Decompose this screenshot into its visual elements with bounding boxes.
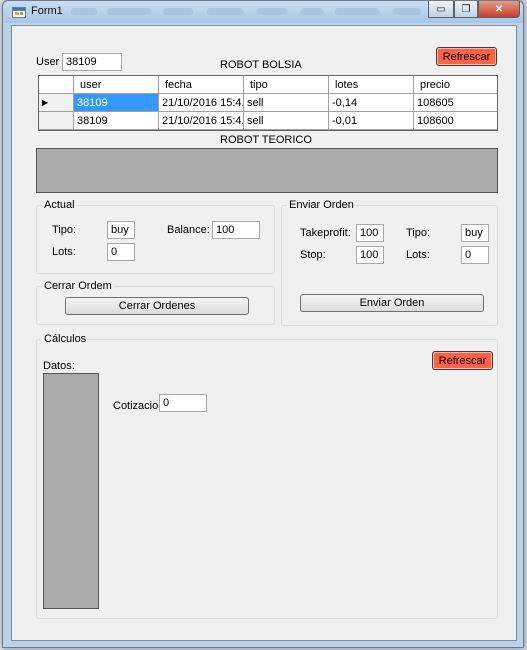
row-selector-icon[interactable]: ▶ <box>39 94 74 112</box>
cerrar-orden-group-title: Cerrar Ordem <box>42 280 114 292</box>
actual-lots-input[interactable]: 0 <box>107 243 135 261</box>
enviar-orden-button[interactable]: Enviar Orden <box>300 294 484 312</box>
close-button[interactable]: ✕ <box>478 1 520 18</box>
grid-cell[interactable]: 21/10/2016 15:4... <box>159 94 244 112</box>
datos-panel <box>43 373 99 609</box>
maximize-button[interactable]: ❐ <box>454 1 478 18</box>
maximize-icon: ❐ <box>461 3 471 15</box>
grid-cell[interactable]: 108605 <box>414 94 497 112</box>
grid-cell[interactable]: sell <box>244 112 329 130</box>
robot-teorico-label: ROBOT TEORICO <box>220 134 312 146</box>
grid-cell[interactable]: -0,01 <box>329 112 414 130</box>
robot-bolsia-label: ROBOT BOLSIA <box>220 59 302 71</box>
actual-lots-label: Lots: <box>52 246 76 258</box>
title-bar[interactable]: Form1 ▭ ❐ ✕ <box>3 1 523 23</box>
grid-cell[interactable]: 21/10/2016 15:4... <box>159 112 244 130</box>
form-app-icon <box>12 7 26 18</box>
table-row[interactable]: 38109 21/10/2016 15:4... sell -0,01 1086… <box>39 112 497 130</box>
cerrar-ordenes-button[interactable]: Cerrar Ordenes <box>65 297 249 315</box>
cerrar-orden-group: Cerrar Ordem Cerrar Ordenes <box>36 280 275 325</box>
refresh-top-button[interactable]: Refrescar <box>436 47 497 66</box>
grid-corner-cell <box>39 76 74 94</box>
blurred-menu-item <box>301 8 323 15</box>
takeprofit-input[interactable]: 100 <box>356 224 384 242</box>
grid-cell[interactable]: sell <box>244 94 329 112</box>
robot-teorico-panel <box>36 148 498 193</box>
enviar-lots-input[interactable]: 0 <box>461 246 489 264</box>
actual-tipo-input[interactable]: buy <box>107 221 135 239</box>
datos-label: Datos: <box>43 360 75 372</box>
window-title: Form1 <box>31 5 63 17</box>
column-header-tipo[interactable]: tipo <box>244 76 329 94</box>
blurred-menu-item <box>257 8 287 15</box>
grid-cell[interactable]: 38109 <box>74 94 159 112</box>
minimize-button[interactable]: ▭ <box>428 1 454 18</box>
actual-group-title: Actual <box>42 199 77 211</box>
column-header-user[interactable]: user <box>74 76 159 94</box>
column-header-precio[interactable]: precio <box>414 76 497 94</box>
orders-grid: user fecha tipo lotes precio ▶ 38109 21/… <box>38 75 498 131</box>
form-client-area: User 38109 ROBOT BOLSIA Refrescar user f… <box>11 25 517 641</box>
enviar-tipo-label: Tipo: <box>406 227 431 239</box>
takeprofit-label: Takeprofit: <box>300 227 351 239</box>
blurred-menu-item <box>107 8 151 15</box>
blurred-menu-item <box>163 8 193 15</box>
grid-cell[interactable]: 108600 <box>414 112 497 130</box>
actual-group: Actual Tipo: buy Balance: 100 Lots: 0 <box>36 199 275 274</box>
blurred-menu-item <box>207 8 243 15</box>
row-selector[interactable] <box>39 112 74 130</box>
blurred-menu-item <box>393 8 421 15</box>
enviar-orden-group-title: Enviar Orden <box>287 199 356 211</box>
user-input[interactable]: 38109 <box>62 53 122 71</box>
blurred-menu-item <box>71 8 97 15</box>
actual-balance-label: Balance: <box>167 224 210 236</box>
column-header-lotes[interactable]: lotes <box>329 76 414 94</box>
refresh-calculos-button[interactable]: Refrescar <box>432 351 493 370</box>
grid-header-row: user fecha tipo lotes precio <box>39 76 497 94</box>
actual-tipo-label: Tipo: <box>52 224 77 236</box>
column-header-fecha[interactable]: fecha <box>159 76 244 94</box>
calculos-group-title: Cálculos <box>42 333 89 345</box>
actual-balance-input[interactable]: 100 <box>212 221 260 239</box>
blurred-menu-item <box>335 8 379 15</box>
table-row[interactable]: ▶ 38109 21/10/2016 15:4... sell -0,14 10… <box>39 94 497 112</box>
form-window: Form1 ▭ ❐ ✕ User 38109 ROBOT BOLSIA Refr… <box>2 0 524 648</box>
enviar-lots-label: Lots: <box>406 249 430 261</box>
close-icon: ✕ <box>494 3 504 15</box>
stop-input[interactable]: 100 <box>356 246 384 264</box>
minimize-icon: ▭ <box>436 3 446 15</box>
enviar-orden-group: Enviar Orden Takeprofit: 100 Tipo: buy S… <box>281 199 498 326</box>
stop-label: Stop: <box>300 249 326 261</box>
calculos-group: Cálculos Datos: Refrescar Cotizacion: 0 <box>36 333 498 619</box>
grid-cell[interactable]: -0,14 <box>329 94 414 112</box>
grid-cell[interactable]: 38109 <box>74 112 159 130</box>
enviar-tipo-input[interactable]: buy <box>461 224 489 242</box>
user-label: User <box>36 56 60 68</box>
cotizacion-input[interactable]: 0 <box>159 394 207 412</box>
